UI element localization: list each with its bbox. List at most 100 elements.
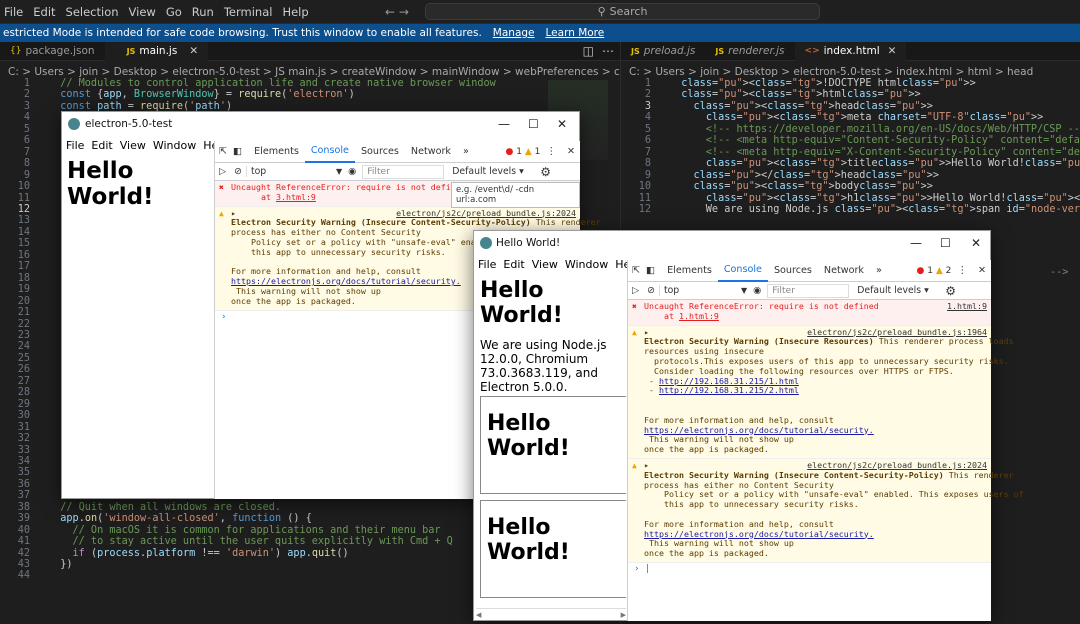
menu-window[interactable]: Window	[565, 258, 608, 271]
inspect-icon[interactable]: ⇱	[628, 265, 644, 276]
split-editor-icon[interactable]: ◫	[583, 44, 594, 58]
eye-icon[interactable]: ◉	[342, 166, 362, 177]
left-breadcrumb[interactable]: C: > Users > join > Desktop > electron-5…	[0, 64, 620, 79]
insecure-resource-link-1[interactable]: http://192.168.31.215/1.html	[659, 376, 799, 386]
error-source-link[interactable]: 3.html:9	[276, 192, 316, 202]
menu-file[interactable]: File	[4, 5, 23, 19]
error-count-badge[interactable]: ● 1 ▲ 2	[916, 266, 951, 276]
code-line[interactable]: 8 class="pu"><class="tg">titleclass="pu"…	[621, 158, 1080, 169]
tab-sources[interactable]: Sources	[768, 260, 818, 282]
menu-view[interactable]: View	[129, 5, 156, 19]
code-line[interactable]: 7 <!-- <meta http-equiv="X-Content-Secur…	[621, 147, 1080, 158]
tab-elements[interactable]: Elements	[661, 260, 718, 282]
settings-gear-icon[interactable]: ⚙	[536, 165, 551, 179]
menu-help[interactable]: Help	[282, 5, 308, 19]
code-line[interactable]: 3 class="pu"><class="tg">headclass="pu">…	[621, 101, 1080, 112]
index-html-code[interactable]: 1 class="pu"><class="tg">!DOCTYPE htmlcl…	[621, 78, 1080, 238]
code-line[interactable]: 2 const {app, BrowserWindow} = require('…	[0, 89, 620, 100]
menu-edit[interactable]: Edit	[33, 5, 55, 19]
more-actions-icon[interactable]: ⋯	[602, 44, 614, 58]
menu-window[interactable]: Window	[153, 139, 196, 152]
code-line[interactable]: 6 <!-- <meta http-equiv="Content-Securit…	[621, 135, 1080, 146]
code-line[interactable]: 12 We are using Node.js class="pu"><clas…	[621, 204, 1080, 215]
horizontal-scrollbar[interactable]: ◀ ▶	[476, 608, 626, 620]
clear-console-icon[interactable]: ⊘	[643, 285, 659, 296]
code-line[interactable]: 10 class="pu"><class="tg">bodyclass="pu"…	[621, 181, 1080, 192]
menu-view[interactable]: View	[120, 139, 146, 152]
menu-view[interactable]: View	[532, 258, 558, 271]
menu-edit[interactable]: Edit	[91, 139, 112, 152]
code-line[interactable]: 11 class="pu"><class="tg">h1class="pu">>…	[621, 193, 1080, 204]
close-icon[interactable]: ✕	[971, 236, 981, 250]
close-icon[interactable]: ✕	[557, 117, 567, 131]
filter-input[interactable]: Filter	[362, 164, 445, 179]
code-line[interactable]: 9 class="pu"></class="tg">headclass="pu"…	[621, 170, 1080, 181]
kebab-icon[interactable]: ⋮	[951, 265, 973, 276]
code-line[interactable]: 5 <!-- https://developer.mozilla.org/en-…	[621, 124, 1080, 135]
close-devtools-icon[interactable]: ✕	[973, 265, 991, 276]
minimize-icon[interactable]: —	[910, 236, 922, 250]
tab-main-js[interactable]: JS main.js ✕	[104, 41, 209, 61]
levels-select[interactable]: Default levels ▾	[444, 166, 536, 177]
menu-terminal[interactable]: Terminal	[224, 5, 273, 19]
menu-selection[interactable]: Selection	[66, 5, 119, 19]
inspect-icon[interactable]: ⇱	[215, 146, 231, 157]
menu-go[interactable]: Go	[166, 5, 182, 19]
error-count-badge[interactable]: ● 1 ▲ 1	[505, 147, 540, 157]
eye-icon[interactable]: ◉	[747, 285, 767, 296]
context-select[interactable]: top	[658, 285, 741, 296]
device-toggle-icon[interactable]: ◧	[644, 265, 661, 276]
maximize-icon[interactable]: ☐	[528, 117, 539, 131]
electron-window-2[interactable]: Hello World! — ☐ ✕ File Edit View Window…	[473, 230, 1024, 621]
tab-index-html[interactable]: <> index.html ✕	[794, 41, 907, 61]
iframe-1[interactable]: Hello World!	[480, 396, 626, 494]
menu-edit[interactable]: Edit	[503, 258, 524, 271]
security-docs-link[interactable]: https://electronjs.org/docs/tutorial/sec…	[231, 276, 461, 286]
iframe-2[interactable]: Hello World!	[480, 500, 626, 598]
nav-arrows[interactable]: ← →	[385, 5, 409, 19]
insecure-resource-link-2[interactable]: http://192.168.31.215/2.html	[659, 385, 799, 395]
sidebar-icon[interactable]: ▷	[628, 285, 643, 296]
more-tabs[interactable]: »	[870, 260, 888, 282]
tab-network[interactable]: Network	[405, 141, 457, 163]
close-icon[interactable]: ✕	[189, 45, 198, 57]
menu-file[interactable]: File	[66, 139, 84, 152]
right-breadcrumb[interactable]: C: > Users > join > Desktop > electron-5…	[621, 64, 1080, 79]
tab-elements[interactable]: Elements	[248, 141, 305, 163]
error-at-link[interactable]: 1.html:9	[679, 311, 719, 321]
code-line[interactable]: 2 class="pu"><class="tg">htmlclass="pu">…	[621, 89, 1080, 100]
code-line[interactable]: 4 class="pu"><class="tg">meta charset="U…	[621, 112, 1080, 123]
scroll-left-icon[interactable]: ◀	[476, 611, 481, 619]
security-docs-link[interactable]: https://electronjs.org/docs/tutorial/sec…	[644, 425, 874, 435]
scroll-right-icon[interactable]: ▶	[621, 611, 626, 619]
tab-console[interactable]: Console	[304, 141, 355, 163]
tab-package-json[interactable]: {} package.json	[0, 42, 105, 61]
menu-file[interactable]: File	[478, 258, 496, 271]
menu-run[interactable]: Run	[192, 5, 214, 19]
security-docs-link[interactable]: https://electronjs.org/docs/tutorial/sec…	[644, 529, 874, 539]
context-select[interactable]: top	[245, 166, 336, 177]
tab-preload-js[interactable]: JS preload.js	[621, 42, 705, 61]
close-icon[interactable]: ✕	[888, 45, 897, 57]
code-line[interactable]: 1 // Modules to control application life…	[0, 78, 620, 89]
filter-input[interactable]: Filter	[767, 283, 850, 298]
console-prompt[interactable]: › |	[628, 563, 991, 575]
clear-console-icon[interactable]: ⊘	[230, 166, 246, 177]
device-toggle-icon[interactable]: ◧	[231, 146, 248, 157]
tab-sources[interactable]: Sources	[355, 141, 405, 163]
tab-console[interactable]: Console	[717, 260, 768, 282]
maximize-icon[interactable]: ☐	[940, 236, 951, 250]
manage-link[interactable]: Manage	[493, 27, 535, 39]
tab-renderer-js[interactable]: JS renderer.js	[705, 42, 794, 61]
code-line[interactable]: 1 class="pu"><class="tg">!DOCTYPE htmlcl…	[621, 78, 1080, 89]
minimize-icon[interactable]: —	[498, 117, 510, 131]
error-source-link[interactable]: 1.html:9	[947, 301, 987, 312]
settings-gear-icon[interactable]: ⚙	[941, 284, 956, 298]
sidebar-icon[interactable]: ▷	[215, 166, 230, 177]
more-tabs[interactable]: »	[457, 141, 475, 163]
kebab-icon[interactable]: ⋮	[540, 146, 562, 157]
levels-select[interactable]: Default levels ▾	[849, 285, 941, 296]
learn-more-link[interactable]: Learn More	[546, 27, 605, 39]
close-devtools-icon[interactable]: ✕	[562, 146, 580, 157]
command-center-search[interactable]: ⚲ Search	[425, 3, 820, 20]
